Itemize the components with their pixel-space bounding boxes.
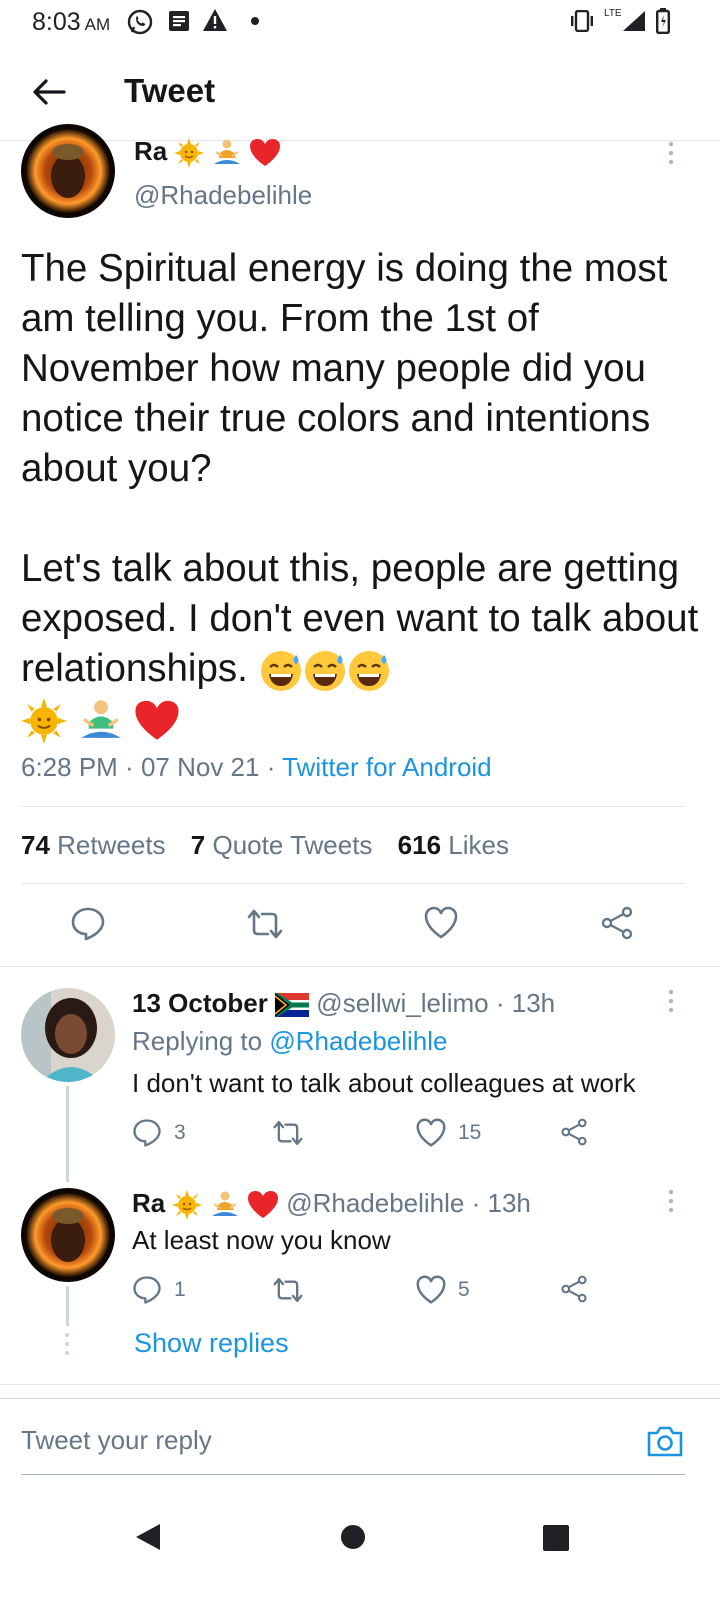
nav-home-icon[interactable] bbox=[340, 1524, 366, 1550]
red-heart-icon bbox=[135, 700, 179, 740]
thread-dots-icon bbox=[65, 1333, 69, 1355]
reply-author-name[interactable]: Ra bbox=[132, 1188, 165, 1218]
reply-icon bbox=[133, 1276, 161, 1304]
thread-line bbox=[66, 1086, 69, 1182]
reply-header: Ra @Rhadebelihle · 13h bbox=[132, 1188, 531, 1221]
status-bar: 8:03 AM LTE bbox=[0, 0, 720, 44]
reply-text: At least now you know bbox=[132, 1225, 391, 1255]
status-time: 8:03 AM bbox=[32, 8, 111, 36]
retweet-button[interactable] bbox=[272, 1275, 316, 1305]
divider bbox=[0, 1398, 720, 1399]
author-handle[interactable]: @Rhadebelihle bbox=[134, 180, 312, 211]
notification-dot-icon bbox=[251, 17, 259, 25]
reply-button[interactable]: 3 bbox=[132, 1118, 186, 1148]
camera-icon[interactable] bbox=[646, 1424, 684, 1458]
reply-author-handle[interactable]: @Rhadebelihle bbox=[286, 1188, 464, 1218]
tweet-stats: 74 Retweets 7 Quote Tweets 616 Likes bbox=[21, 830, 527, 861]
grinning-sweat-emoji bbox=[304, 650, 345, 691]
retweet-button[interactable] bbox=[272, 1118, 316, 1148]
reply-icon bbox=[133, 1119, 161, 1147]
page-title: Tweet bbox=[124, 72, 216, 109]
reply-text: I don't want to talk about colleagues at… bbox=[132, 1068, 636, 1098]
nav-recents-icon[interactable] bbox=[542, 1524, 570, 1552]
reply-time: · 13h bbox=[495, 988, 556, 1018]
show-replies-link[interactable]: Show replies bbox=[134, 1328, 289, 1359]
battery-icon bbox=[656, 8, 670, 34]
sun-face-icon bbox=[172, 1190, 203, 1221]
network-type: LTE bbox=[604, 8, 622, 19]
reply-button[interactable]: 1 bbox=[132, 1275, 186, 1305]
more-options-icon[interactable] bbox=[666, 988, 676, 1018]
reply-icon[interactable] bbox=[70, 906, 106, 942]
tweet-meta: 6:28 PM · 07 Nov 21 · Twitter for Androi… bbox=[21, 752, 492, 782]
replying-to-handle[interactable]: @Rhadebelihle bbox=[269, 1026, 447, 1056]
like-icon bbox=[416, 1275, 446, 1304]
reply-avatar[interactable] bbox=[21, 1188, 115, 1282]
share-icon bbox=[561, 1118, 587, 1146]
likes-stat[interactable]: 616 Likes bbox=[398, 830, 509, 860]
person-lotus-icon bbox=[211, 1191, 238, 1217]
system-nav-bar bbox=[0, 1488, 720, 1600]
share-icon bbox=[561, 1275, 587, 1303]
grinning-sweat-emoji bbox=[348, 650, 389, 691]
retweets-stat[interactable]: 74 Retweets bbox=[21, 830, 166, 860]
share-button[interactable] bbox=[560, 1118, 588, 1146]
divider bbox=[0, 1384, 720, 1385]
tweet-time: 6:28 PM bbox=[21, 752, 118, 782]
reply-header: 13 October @sellwi_lelimo · 13h bbox=[132, 988, 555, 1019]
replying-to: Replying to @Rhadebelihle bbox=[132, 1026, 448, 1056]
author-avatar[interactable] bbox=[21, 124, 115, 218]
vibrate-icon bbox=[571, 10, 593, 32]
signal-icon bbox=[623, 11, 645, 31]
reply-author-handle[interactable]: @sellwi_lelimo bbox=[316, 988, 488, 1018]
reply-time: · 13h bbox=[471, 1188, 531, 1218]
warning-icon bbox=[203, 9, 227, 31]
person-lotus-icon bbox=[80, 700, 121, 738]
grinning-sweat-emoji bbox=[260, 650, 301, 691]
sun-face-icon bbox=[174, 138, 205, 169]
divider bbox=[21, 883, 685, 884]
reply-actions: 1 5 bbox=[132, 1275, 602, 1307]
share-icon[interactable] bbox=[600, 906, 634, 940]
reply-actions: 3 15 bbox=[132, 1118, 602, 1150]
tweet-actions bbox=[0, 900, 720, 950]
sun-face-icon bbox=[21, 697, 67, 744]
whatsapp-icon bbox=[127, 9, 153, 35]
like-button[interactable]: 15 bbox=[416, 1118, 481, 1148]
like-icon bbox=[416, 1118, 446, 1147]
person-lotus-icon bbox=[213, 139, 240, 165]
input-underline bbox=[21, 1474, 685, 1475]
tweet-date: 07 Nov 21 bbox=[140, 752, 260, 782]
reply-author-name[interactable]: 13 October bbox=[132, 988, 268, 1018]
more-options-icon[interactable] bbox=[666, 1188, 676, 1218]
app-header: Tweet bbox=[0, 44, 720, 141]
message-icon bbox=[169, 11, 189, 31]
back-arrow-icon[interactable] bbox=[28, 72, 68, 112]
tweet-paragraph-1: The Spiritual energy is doing the most a… bbox=[21, 247, 678, 490]
divider bbox=[21, 806, 685, 807]
like-button[interactable]: 5 bbox=[416, 1275, 470, 1305]
nav-back-icon[interactable] bbox=[134, 1522, 162, 1552]
tweet-text: The Spiritual energy is doing the most a… bbox=[21, 244, 701, 744]
retweet-icon[interactable] bbox=[246, 906, 284, 942]
divider bbox=[0, 966, 720, 967]
quote-tweets-stat[interactable]: 7 Quote Tweets bbox=[191, 830, 373, 860]
thread-line bbox=[66, 1286, 69, 1326]
retweet-icon bbox=[273, 1121, 303, 1145]
south-africa-flag-icon bbox=[275, 993, 310, 1018]
reply-input[interactable]: Tweet your reply bbox=[21, 1425, 212, 1456]
red-heart-icon bbox=[247, 1191, 278, 1219]
red-heart-icon bbox=[249, 139, 280, 167]
author-name[interactable]: Ra bbox=[134, 136, 281, 169]
tweet-source-link[interactable]: Twitter for Android bbox=[282, 752, 492, 782]
reply-avatar[interactable] bbox=[21, 988, 115, 1082]
like-icon[interactable] bbox=[424, 906, 458, 940]
share-button[interactable] bbox=[560, 1275, 588, 1303]
more-options-icon[interactable] bbox=[666, 140, 676, 170]
retweet-icon bbox=[273, 1278, 303, 1302]
